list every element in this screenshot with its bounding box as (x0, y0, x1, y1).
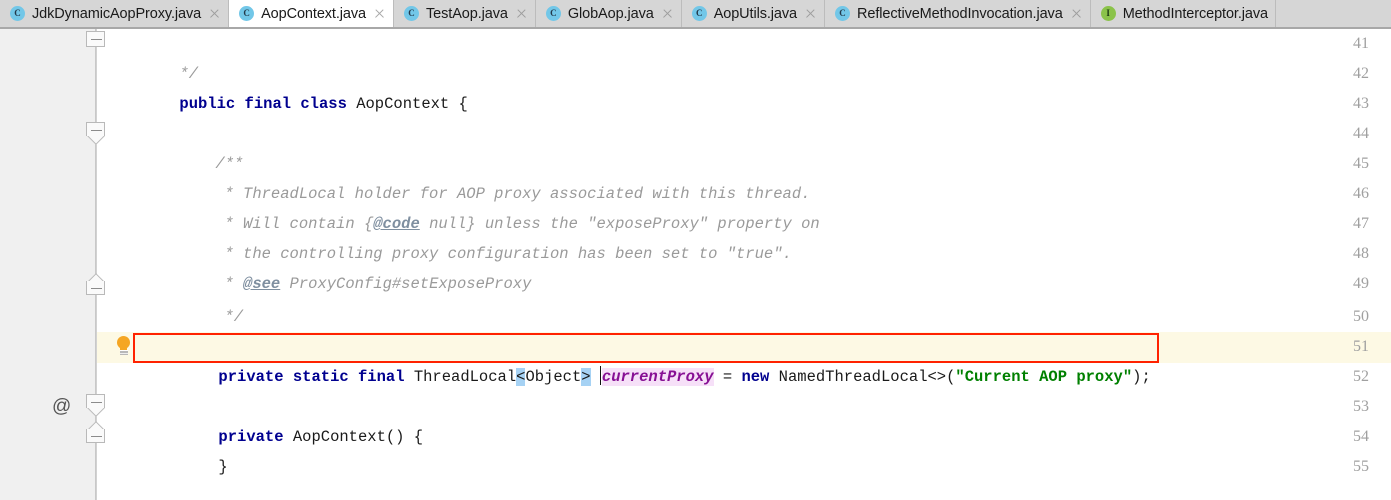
code-token-constructor: AopContext() { (292, 428, 424, 446)
tab-close-icon[interactable] (515, 7, 528, 20)
code-line-50: private static final ThreadLocal<Object>… (144, 332, 1151, 386)
java-class-icon: C (239, 6, 255, 21)
code-line-45: * ThreadLocal holder for AOP proxy assoc… (150, 149, 810, 203)
annotation-gutter-marker[interactable]: @ (52, 392, 71, 422)
tab-close-icon[interactable] (1070, 7, 1083, 20)
code-token-brace: } (218, 458, 228, 476)
java-interface-icon: I (1100, 6, 1116, 21)
code-line-49: */ (150, 272, 243, 326)
editor-tab-jdkdynamicaopproxy[interactable]: C JdkDynamicAopProxy.java (0, 0, 230, 27)
java-class-icon: C (691, 6, 707, 21)
editor-tab-aoputils[interactable]: C AopUtils.java (681, 0, 826, 27)
tab-close-icon[interactable] (208, 7, 221, 20)
code-line-44: /** (141, 119, 243, 173)
tab-close-icon[interactable] (373, 7, 386, 20)
editor-tab-label: TestAop.java (426, 5, 508, 22)
editor-tab-aopcontext[interactable]: C AopContext.java (229, 0, 394, 27)
editor-tab-bar: C JdkDynamicAopProxy.java C AopContext.j… (0, 0, 1391, 27)
java-class-icon: C (835, 6, 851, 21)
code-token-keyword: class (300, 95, 347, 113)
java-class-icon: C (404, 6, 419, 21)
editor-tab-label: MethodInterceptor.java (1122, 5, 1268, 22)
code-token-string: "Current AOP proxy" (955, 368, 1133, 386)
code-line-42: public final class AopContext { (105, 59, 467, 113)
code-token-comment: ProxyConfig#setExposeProxy (280, 275, 532, 293)
code-token-line-end: ); (1132, 368, 1151, 386)
code-line-46: * Will contain {@code null} unless the "… (150, 179, 819, 233)
code-editor[interactable]: 41 42 43 44 45 46 47 48 49 50 51 52 53 5… (0, 29, 1391, 500)
code-line-47: * the controlling proxy configuration ha… (150, 209, 791, 263)
code-line-48: * @see ProxyConfig#setExposeProxy (150, 239, 531, 293)
editor-tab-reflectivemethodinvocation[interactable]: C ReflectiveMethodInvocation.java (825, 0, 1091, 27)
code-token-brace: { (458, 95, 468, 113)
code-token-keyword: private (218, 368, 284, 386)
editor-tab-globaop[interactable]: C GlobAop.java (535, 0, 682, 27)
code-token-keyword: private (218, 428, 284, 446)
java-class-icon: C (545, 6, 561, 21)
code-token-keyword: final (357, 368, 405, 386)
editor-tab-label: AopContext.java (261, 5, 366, 22)
code-token-keyword: final (244, 95, 292, 113)
tab-close-icon[interactable] (804, 7, 817, 20)
editor-tab-label: JdkDynamicAopProxy.java (32, 5, 202, 22)
java-class-icon: C (10, 6, 25, 21)
code-content[interactable]: */ public final class AopContext { /** *… (97, 29, 1391, 500)
ide-window: C JdkDynamicAopProxy.java C AopContext.j… (0, 0, 1391, 500)
code-line-54: } (144, 422, 227, 476)
code-token-keyword: public (179, 95, 236, 113)
code-token-generic: Object (525, 368, 582, 386)
editor-tab-label: AopUtils.java (713, 5, 798, 22)
editor-tab-testaop[interactable]: C TestAop.java (394, 0, 536, 27)
editor-gutter[interactable] (0, 29, 96, 500)
editor-tab-label: GlobAop.java (567, 5, 654, 22)
code-line-41: */ (105, 29, 198, 83)
code-token-keyword: static (292, 368, 349, 386)
text-caret (599, 366, 601, 385)
code-token-constructor: NamedThreadLocal<>( (778, 368, 956, 386)
code-line-53: private AopContext() { (144, 392, 423, 446)
code-token-operator: = (722, 368, 733, 386)
editor-tab-methodinterceptor[interactable]: I MethodInterceptor.java (1090, 0, 1276, 27)
tab-close-icon[interactable] (661, 7, 674, 20)
code-token-classname: AopContext (356, 95, 450, 113)
code-token-bracket-selected: > (581, 368, 591, 386)
code-token-field-currentproxy: currentProxy (601, 368, 714, 386)
code-token-keyword-new: new (741, 368, 770, 386)
code-token-comment: */ (224, 308, 244, 326)
editor-tab-label: ReflectiveMethodInvocation.java (857, 5, 1063, 22)
javadoc-tag-see: @see (243, 275, 281, 293)
code-token-type: ThreadLocal (413, 368, 517, 386)
